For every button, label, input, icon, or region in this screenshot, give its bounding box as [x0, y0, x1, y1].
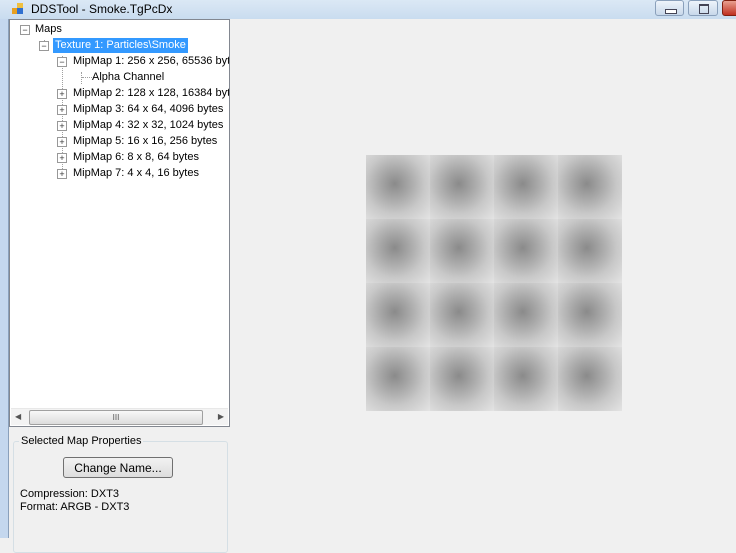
- format-label: Format: ARGB - DXT3: [20, 501, 130, 513]
- tree-node-mipmap-5[interactable]: MipMap 5: 16 x 16, 256 bytes: [73, 134, 217, 149]
- scroll-thumb[interactable]: III: [29, 410, 203, 425]
- scroll-left-icon[interactable]: ◀: [15, 412, 21, 421]
- expand-icon[interactable]: +: [57, 137, 67, 147]
- smoke-tile: [494, 283, 558, 347]
- tree-node-mipmap-4[interactable]: MipMap 4: 32 x 32, 1024 bytes: [73, 118, 223, 133]
- smoke-tile: [494, 347, 558, 411]
- expand-icon[interactable]: +: [57, 121, 67, 131]
- smoke-tile: [366, 155, 430, 219]
- smoke-tile: [430, 155, 494, 219]
- texture-preview: [366, 155, 622, 411]
- smoke-tile: [494, 219, 558, 283]
- close-button[interactable]: [722, 0, 736, 16]
- expand-icon[interactable]: +: [57, 153, 67, 163]
- smoke-tile: [558, 347, 622, 411]
- tree-node-texture[interactable]: Texture 1: Particles\Smoke: [53, 38, 188, 53]
- collapse-icon[interactable]: −: [20, 25, 30, 35]
- smoke-tile: [430, 283, 494, 347]
- smoke-tile: [366, 283, 430, 347]
- smoke-tile: [558, 219, 622, 283]
- tree-node-mipmap-2[interactable]: MipMap 2: 128 x 128, 16384 bytes: [73, 86, 229, 101]
- smoke-tile: [558, 155, 622, 219]
- tree-node-mipmap-1[interactable]: MipMap 1: 256 x 256, 65536 bytes: [73, 54, 229, 69]
- tree-node-alpha-channel[interactable]: Alpha Channel: [92, 70, 164, 85]
- properties-group-label: Selected Map Properties: [19, 435, 144, 447]
- tree-node-maps[interactable]: Maps: [35, 22, 62, 37]
- texture-tree[interactable]: − Maps − Texture 1: Particles\Smoke − Mi…: [9, 19, 230, 427]
- expand-icon[interactable]: +: [57, 169, 67, 179]
- compression-label: Compression: DXT3: [20, 488, 120, 500]
- tree-node-mipmap-7[interactable]: MipMap 7: 4 x 4, 16 bytes: [73, 166, 199, 181]
- collapse-icon[interactable]: −: [39, 41, 49, 51]
- smoke-tile: [366, 347, 430, 411]
- smoke-tile: [558, 283, 622, 347]
- scroll-right-icon[interactable]: ▶: [218, 412, 224, 421]
- smoke-tile: [430, 347, 494, 411]
- window-title: DDSTool - Smoke.TgPcDx: [31, 2, 173, 16]
- minimize-button[interactable]: [655, 0, 684, 16]
- smoke-tile: [494, 155, 558, 219]
- tree-node-mipmap-3[interactable]: MipMap 3: 64 x 64, 4096 bytes: [73, 102, 223, 117]
- app-icon: [12, 3, 24, 15]
- tree-node-mipmap-6[interactable]: MipMap 6: 8 x 8, 64 bytes: [73, 150, 199, 165]
- title-bar: DDSTool - Smoke.TgPcDx: [0, 0, 736, 19]
- window-border: [0, 19, 9, 538]
- expand-icon[interactable]: +: [57, 89, 67, 99]
- smoke-tile: [430, 219, 494, 283]
- smoke-tile: [366, 219, 430, 283]
- horizontal-scrollbar[interactable]: ◀ III ▶: [11, 408, 228, 425]
- expand-icon[interactable]: +: [57, 105, 67, 115]
- collapse-icon[interactable]: −: [57, 57, 67, 67]
- change-name-button[interactable]: Change Name...: [63, 457, 173, 478]
- maximize-button[interactable]: [688, 0, 718, 16]
